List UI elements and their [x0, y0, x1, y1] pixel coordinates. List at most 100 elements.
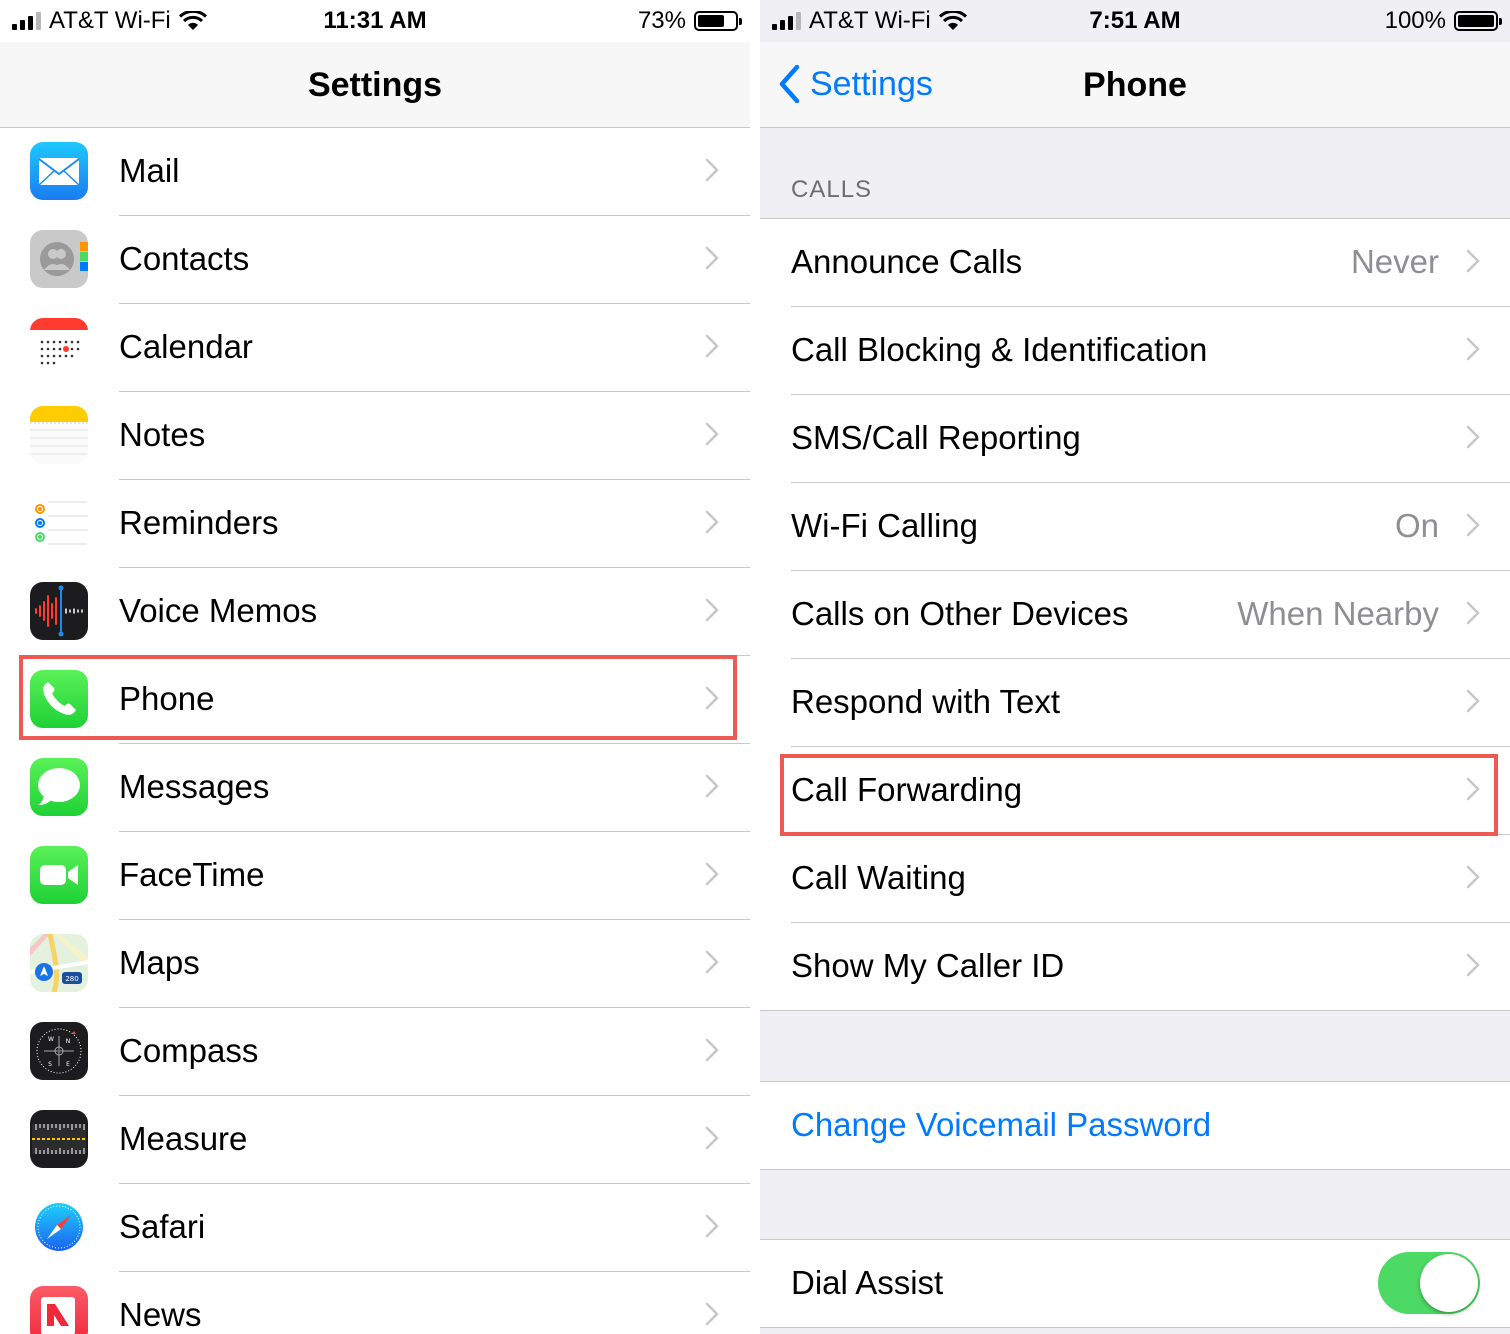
row-label: Notes: [119, 416, 206, 453]
settings-row-measure[interactable]: Measure: [0, 1096, 750, 1184]
chevron-right-icon: [705, 1038, 719, 1062]
toggle-knob: [1420, 1254, 1478, 1312]
settings-screen: AT&T Wi-Fi 11:31 AM 73% Settings Mail Con…: [0, 0, 750, 1334]
chevron-right-icon: [1466, 601, 1480, 625]
dial-assist-label: Dial Assist: [791, 1264, 944, 1301]
calls-row-announce-calls[interactable]: Announce Calls Never: [760, 219, 1510, 307]
dial-assist-group: Dial Assist: [760, 1240, 1510, 1328]
row-label: FaceTime: [119, 856, 265, 893]
calendar-icon: [30, 318, 88, 376]
chevron-right-icon: [705, 950, 719, 974]
battery-icon: [1454, 11, 1502, 31]
calls-row-sms-call-reporting[interactable]: SMS/Call Reporting: [760, 395, 1510, 483]
chevron-right-icon: [1466, 249, 1480, 273]
chevron-right-icon: [705, 246, 719, 270]
chevron-right-icon: [1466, 513, 1480, 537]
settings-row-voice-memos[interactable]: Voice Memos: [0, 568, 750, 656]
calls-row-call-waiting[interactable]: Call Waiting: [760, 835, 1510, 923]
row-label: Phone: [119, 680, 215, 717]
row-label: News: [119, 1296, 202, 1333]
section-header-calls: CALLS: [791, 176, 873, 203]
chevron-right-icon: [705, 862, 719, 886]
battery-icon: [694, 11, 742, 31]
change-voicemail-password-row[interactable]: Change Voicemail Password: [760, 1082, 1510, 1170]
row-label: Mail: [119, 152, 180, 189]
messages-icon: [30, 758, 88, 816]
row-label: Safari: [119, 1208, 206, 1245]
notes-icon: [30, 406, 88, 464]
calls-row-wi-fi-calling[interactable]: Wi-Fi Calling On: [760, 483, 1510, 571]
phone-icon: [30, 670, 88, 728]
settings-row-news[interactable]: News: [0, 1272, 750, 1334]
dial-assist-row: Dial Assist: [760, 1240, 1510, 1328]
chevron-right-icon: [705, 598, 719, 622]
settings-row-safari[interactable]: Safari: [0, 1184, 750, 1272]
calls-row-call-blocking-identification[interactable]: Call Blocking & Identification: [760, 307, 1510, 395]
dial-assist-toggle[interactable]: [1378, 1252, 1480, 1314]
calls-row-show-my-caller-id[interactable]: Show My Caller ID: [760, 923, 1510, 1011]
row-label: Voice Memos: [119, 592, 318, 629]
settings-row-messages[interactable]: Messages: [0, 744, 750, 832]
row-value: On: [1394, 507, 1439, 544]
row-label: Maps: [119, 944, 200, 981]
settings-row-phone[interactable]: Phone: [0, 656, 750, 744]
settings-row-notes[interactable]: Notes: [0, 392, 750, 480]
chevron-right-icon: [705, 1214, 719, 1238]
settings-list: Mail Contacts Calendar Notes Reminders Voice …: [0, 128, 750, 1334]
calls-row-calls-on-other-devices[interactable]: Calls on Other Devices When Nearby: [760, 571, 1510, 659]
battery: 100%: [1384, 7, 1502, 35]
contacts-icon: [30, 230, 88, 288]
chevron-right-icon: [705, 1126, 719, 1150]
page-title: Settings: [307, 66, 443, 104]
row-label: Messages: [119, 768, 270, 805]
chevron-right-icon: [1466, 865, 1480, 889]
settings-row-calendar[interactable]: Calendar: [0, 304, 750, 392]
row-label: SMS/Call Reporting: [791, 419, 1081, 456]
settings-row-maps[interactable]: 280 Maps: [0, 920, 750, 1008]
svg-text:N: N: [66, 1038, 71, 1045]
safari-icon: [30, 1198, 88, 1256]
reminders-icon: [30, 494, 88, 552]
screen-divider: [750, 0, 760, 1334]
measure-icon: [30, 1110, 88, 1168]
chevron-right-icon: [705, 422, 719, 446]
facetime-icon: [30, 846, 88, 904]
calls-row-call-forwarding[interactable]: Call Forwarding: [760, 747, 1510, 835]
chevron-right-icon: [1466, 777, 1480, 801]
battery-percent: 73%: [637, 7, 686, 34]
row-label: Call Forwarding: [791, 771, 1023, 808]
svg-text:E: E: [66, 1061, 70, 1068]
settings-row-compass[interactable]: W N S E Compass: [0, 1008, 750, 1096]
row-label: Announce Calls: [791, 243, 1023, 280]
svg-text:S: S: [48, 1061, 52, 1068]
navigation-bar: Settings: [0, 42, 750, 128]
battery-percent: 100%: [1384, 7, 1446, 34]
status-bar: AT&T Wi-Fi 11:31 AM 73%: [0, 0, 750, 42]
settings-row-reminders[interactable]: Reminders: [0, 480, 750, 568]
settings-row-facetime[interactable]: FaceTime: [0, 832, 750, 920]
row-label: Call Blocking & Identification: [791, 331, 1208, 368]
row-label: Call Waiting: [791, 859, 966, 896]
voicemail-group: Change Voicemail Password: [760, 1082, 1510, 1170]
change-voicemail-password-link[interactable]: Change Voicemail Password: [791, 1106, 1211, 1144]
calls-row-respond-with-text[interactable]: Respond with Text: [760, 659, 1510, 747]
chevron-right-icon: [1466, 689, 1480, 713]
row-label: Compass: [119, 1032, 259, 1069]
row-label: Contacts: [119, 240, 250, 277]
navigation-bar: Settings Phone: [760, 42, 1510, 128]
row-value: Never: [1350, 243, 1439, 280]
phone-settings-screen: AT&T Wi-Fi 7:51 AM 100% Settings Phone C…: [760, 0, 1510, 1334]
voice-memos-icon: [30, 582, 88, 640]
chevron-right-icon: [705, 510, 719, 534]
news-icon: [30, 1286, 88, 1334]
row-label: Calls on Other Devices: [791, 595, 1129, 632]
chevron-right-icon: [1466, 337, 1480, 361]
chevron-right-icon: [705, 334, 719, 358]
svg-text:W: W: [48, 1036, 54, 1043]
settings-row-contacts[interactable]: Contacts: [0, 216, 750, 304]
compass-icon: W N S E: [30, 1022, 88, 1080]
chevron-right-icon: [1466, 953, 1480, 977]
settings-row-mail[interactable]: Mail: [0, 128, 750, 216]
mail-icon: [30, 142, 88, 200]
maps-icon: 280: [30, 934, 88, 992]
